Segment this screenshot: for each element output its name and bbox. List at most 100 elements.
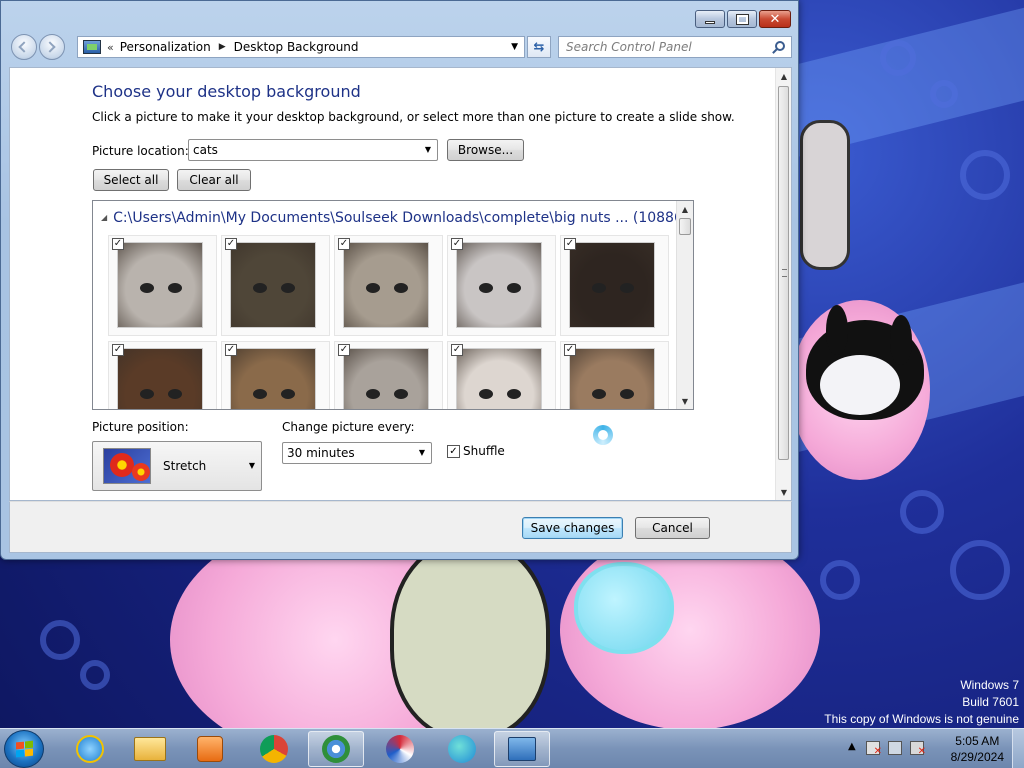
- picture-location-select[interactable]: cats ▼: [188, 139, 438, 161]
- taskbar-internet-explorer[interactable]: [62, 731, 118, 767]
- cat-eye: [253, 283, 267, 293]
- scroll-up-icon[interactable]: ▲: [776, 68, 792, 84]
- cat-eye: [281, 283, 295, 293]
- scroll-thumb[interactable]: [679, 218, 691, 235]
- select-all-button[interactable]: Select all: [93, 169, 169, 191]
- cat-eye: [507, 389, 521, 399]
- thumbnail-tile[interactable]: ✓: [108, 235, 217, 336]
- change-every-label: Change picture every:: [282, 420, 415, 434]
- shuffle-checkbox[interactable]: ✓: [447, 445, 460, 458]
- thumbnail-checkbox[interactable]: ✓: [225, 238, 237, 250]
- cat-eye: [394, 389, 408, 399]
- cat-eye: [140, 389, 154, 399]
- thumbnail-tile[interactable]: ✓: [560, 341, 669, 409]
- picture-position-label: Picture position:: [92, 420, 189, 434]
- breadcrumb-desktop-background[interactable]: Desktop Background: [234, 40, 359, 54]
- volume-icon[interactable]: ✕: [910, 741, 926, 757]
- show-hidden-icons-icon[interactable]: ▲: [848, 741, 856, 752]
- content-scrollbar[interactable]: ▲ ▼: [775, 68, 791, 500]
- browse-button[interactable]: Browse...: [447, 139, 524, 161]
- taskbar-green-app[interactable]: [308, 731, 364, 767]
- collapse-triangle-icon[interactable]: ◢: [101, 213, 107, 222]
- search-icon[interactable]: [775, 41, 785, 51]
- watermark-line: Windows 7: [960, 678, 1019, 692]
- shuffle-label[interactable]: Shuffle: [463, 444, 505, 458]
- thumbnail-checkbox[interactable]: ✓: [564, 238, 576, 250]
- back-button[interactable]: [11, 34, 37, 60]
- breadcrumb-personalization[interactable]: Personalization: [120, 40, 211, 54]
- thumbnail-checkbox[interactable]: ✓: [338, 344, 350, 356]
- chrome-icon: [260, 735, 288, 763]
- action-center-icon[interactable]: ✕: [866, 741, 882, 757]
- start-button[interactable]: [4, 730, 44, 768]
- gallery-scrollbar[interactable]: ▲ ▼: [676, 201, 693, 409]
- cat-eye: [281, 389, 295, 399]
- thumbnail-checkbox[interactable]: ✓: [112, 344, 124, 356]
- thumbnail-tile[interactable]: ✓: [560, 235, 669, 336]
- thumbnail-tile[interactable]: ✓: [108, 341, 217, 409]
- checkmark-icon: ✓: [449, 446, 458, 457]
- picture-location-label: Picture location:: [92, 144, 189, 158]
- cat-eye: [479, 283, 493, 293]
- scroll-up-icon[interactable]: ▲: [677, 201, 693, 217]
- picture-gallery: ◢ C:\Users\Admin\My Documents\Soulseek Do…: [92, 200, 694, 410]
- scroll-down-icon[interactable]: ▼: [776, 484, 792, 500]
- maximize-button[interactable]: [727, 10, 757, 28]
- page-subtitle: Click a picture to make it your desktop …: [92, 110, 735, 124]
- save-changes-button[interactable]: Save changes: [522, 517, 623, 539]
- taskbar-edge[interactable]: [434, 731, 490, 767]
- taskbar-windows-explorer[interactable]: [122, 731, 178, 767]
- cat-thumbnail-image: [456, 348, 542, 409]
- change-every-select[interactable]: 30 minutes ▼: [282, 442, 432, 464]
- group-header-label: C:\Users\Admin\My Documents\Soulseek Dow…: [113, 210, 694, 226]
- taskbar-chrome[interactable]: [246, 731, 302, 767]
- change-every-value: 30 minutes: [287, 446, 355, 460]
- taskbar-media-player[interactable]: [182, 731, 238, 767]
- control-panel-icon: [508, 737, 536, 761]
- thumbnail-tile[interactable]: ✓: [447, 341, 556, 409]
- show-desktop-button[interactable]: [1012, 729, 1024, 768]
- cat-eye: [366, 283, 380, 293]
- thumbnail-checkbox[interactable]: ✓: [564, 344, 576, 356]
- address-dropdown-icon[interactable]: ▼: [511, 42, 518, 52]
- thumbnail-checkbox[interactable]: ✓: [451, 344, 463, 356]
- thumbnail-tile[interactable]: ✓: [221, 341, 330, 409]
- network-icon[interactable]: [888, 741, 902, 755]
- cat-eye: [366, 389, 380, 399]
- thumbnail-tile[interactable]: ✓: [221, 235, 330, 336]
- cat-thumbnail-image: [343, 348, 429, 409]
- swirl-app-icon: [386, 735, 414, 763]
- address-bar[interactable]: « Personalization ▶ Desktop Background ▼: [77, 36, 525, 58]
- thumbnail-checkbox[interactable]: ✓: [451, 238, 463, 250]
- refresh-button[interactable]: ⇆: [527, 36, 551, 58]
- control-panel-icon: [83, 40, 101, 54]
- thumbnail-checkbox[interactable]: ✓: [338, 238, 350, 250]
- cancel-button[interactable]: Cancel: [635, 517, 710, 539]
- taskbar-swirl-app[interactable]: [372, 731, 428, 767]
- search-input[interactable]: [559, 37, 759, 57]
- breadcrumb-separator-icon[interactable]: ▶: [219, 42, 226, 52]
- clock[interactable]: 5:05 AM 8/29/2024: [951, 733, 1004, 765]
- taskbar-control-panel[interactable]: [494, 731, 550, 767]
- picture-position-select[interactable]: Stretch ▼: [92, 441, 262, 491]
- thumbnail-tile[interactable]: ✓: [334, 235, 443, 336]
- clear-all-button[interactable]: Clear all: [177, 169, 251, 191]
- edge-icon: [448, 735, 476, 763]
- close-button[interactable]: ✕: [759, 10, 791, 28]
- scroll-thumb[interactable]: [778, 86, 789, 460]
- cat-thumbnail-image: [117, 348, 203, 409]
- scroll-down-icon[interactable]: ▼: [677, 393, 693, 409]
- group-header[interactable]: ◢ C:\Users\Admin\My Documents\Soulseek Do…: [101, 210, 694, 226]
- cat-thumbnail-image: [456, 242, 542, 328]
- minimize-button[interactable]: [695, 10, 725, 28]
- cat-eye: [394, 283, 408, 293]
- picture-position-value: Stretch: [163, 459, 207, 473]
- thumbnail-tile[interactable]: ✓: [447, 235, 556, 336]
- cat-eye: [620, 389, 634, 399]
- internet-explorer-icon: [76, 735, 104, 763]
- thumbnail-checkbox[interactable]: ✓: [225, 344, 237, 356]
- overflow-chevron-icon[interactable]: «: [107, 41, 114, 54]
- forward-button[interactable]: [39, 34, 65, 60]
- thumbnail-tile[interactable]: ✓: [334, 341, 443, 409]
- thumbnail-checkbox[interactable]: ✓: [112, 238, 124, 250]
